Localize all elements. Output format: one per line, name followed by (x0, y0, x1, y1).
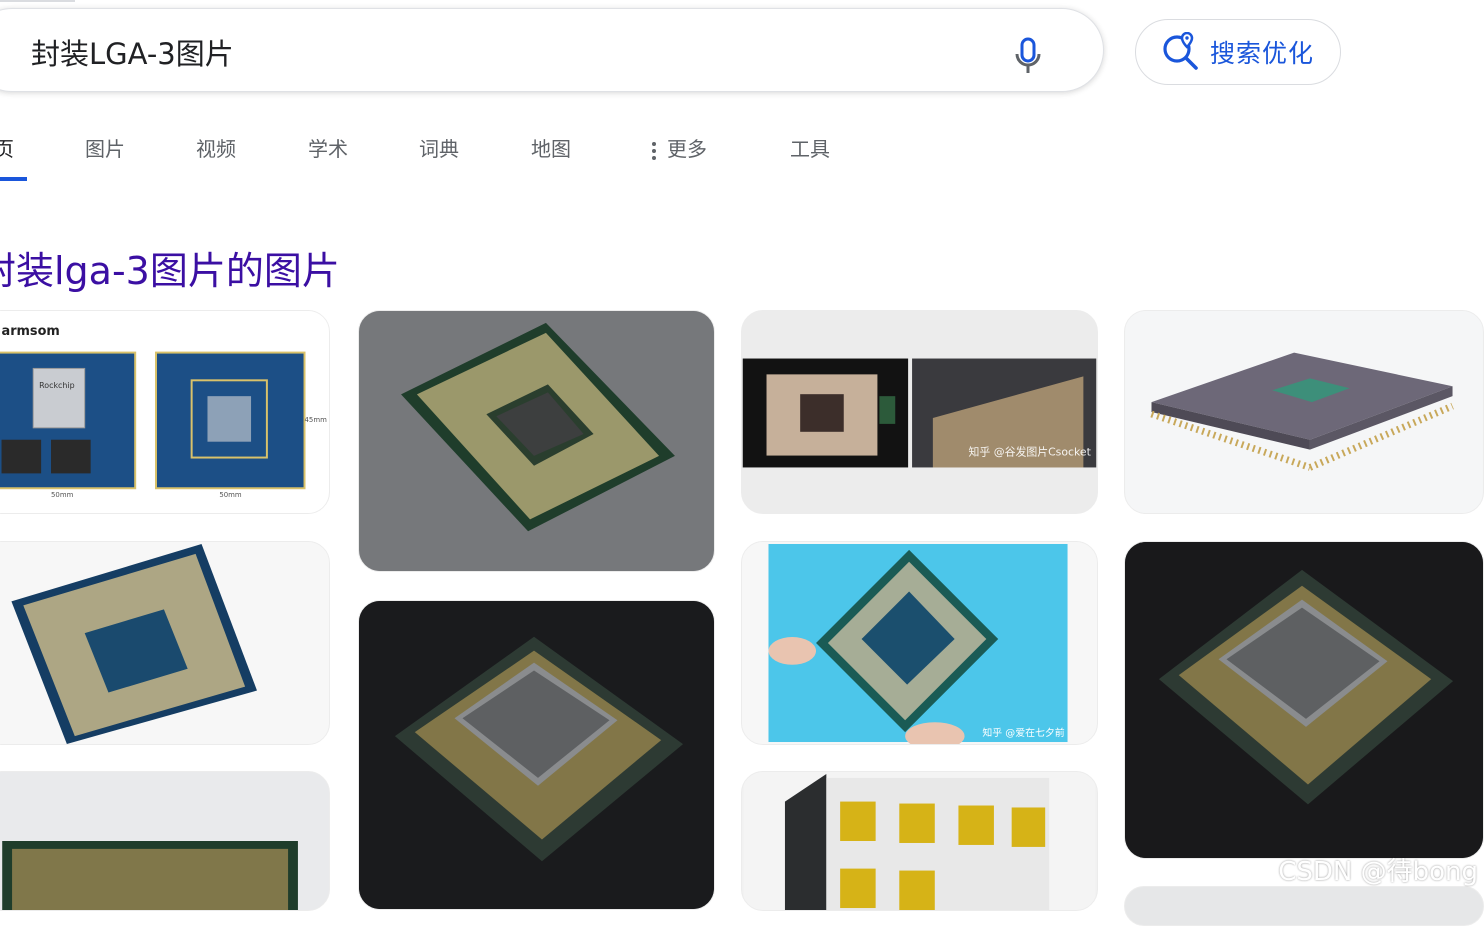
image-caption: 知乎 @爱在七夕前 (982, 726, 1064, 739)
image-result-10[interactable] (1124, 541, 1484, 859)
image-result-1[interactable]: armsom Rockchip 50mm 50mm 45mm (0, 310, 330, 514)
image-result-11[interactable] (1124, 886, 1484, 926)
tab-videos[interactable]: 视频 (196, 133, 236, 162)
image-cpu-green-pga (359, 311, 714, 571)
image-result-6[interactable]: 知乎 @谷发图片Csocket (741, 310, 1098, 514)
dim-label-b: 50mm (219, 491, 242, 499)
images-section-title[interactable]: 封装lga-3图片的图片 (0, 240, 340, 295)
tab-dictionary[interactable]: 词典 (419, 133, 459, 162)
tab-tools[interactable]: 工具 (790, 133, 830, 162)
image-result-5[interactable] (358, 600, 715, 910)
tab-more-label: 更多 (667, 137, 707, 161)
image-result-4[interactable] (358, 310, 715, 572)
top-divider (0, 0, 75, 2)
more-vertical-icon (652, 139, 657, 163)
image-result-7[interactable]: 知乎 @爱在七夕前 (741, 541, 1098, 745)
tab-academic[interactable]: 学术 (308, 133, 348, 162)
tab-maps[interactable]: 地图 (531, 133, 571, 162)
search-location-icon (1163, 32, 1198, 70)
search-box[interactable] (0, 8, 1104, 92)
image-socket-pair: 知乎 @谷发图片Csocket (742, 311, 1097, 513)
seo-button-label: 搜索优化 (1210, 39, 1315, 68)
tab-more[interactable]: 更多 (652, 133, 707, 163)
image-gold-pads (743, 772, 1096, 910)
image-cpu-lga-blue (0, 542, 329, 744)
search-tabs: 页 图片 视频 学术 词典 地图 更多 工具 (0, 125, 900, 185)
image-result-2[interactable] (0, 541, 330, 745)
chip-brand-label: Rockchip (39, 381, 74, 390)
search-input[interactable] (29, 31, 933, 73)
image-pcb-strip (0, 772, 328, 910)
active-tab-indicator (0, 177, 27, 181)
armsom-label: armsom (2, 324, 60, 339)
image-chip-pga-purple (1125, 311, 1483, 513)
tab-all[interactable]: 页 (0, 133, 14, 162)
image-cpu-in-hand: 知乎 @爱在七夕前 (742, 542, 1097, 744)
microphone-icon[interactable] (1012, 36, 1044, 76)
image-result-3[interactable] (0, 771, 330, 911)
image-cpu-pins-dark-2 (1125, 542, 1483, 858)
image-cpu-pins-dark (359, 601, 714, 909)
dim-label-c: 45mm (305, 416, 328, 424)
image-board-diagram: armsom Rockchip 50mm 50mm 45mm (0, 311, 329, 513)
csdn-watermark: CSDN @待bong (1278, 857, 1478, 887)
image-result-8[interactable] (741, 771, 1098, 911)
image-caption: 知乎 @谷发图片Csocket (969, 445, 1091, 459)
image-result-9[interactable] (1124, 310, 1484, 514)
tab-images[interactable]: 图片 (85, 133, 125, 162)
dim-label-a: 50mm (51, 491, 74, 499)
seo-button[interactable]: 搜索优化 (1135, 19, 1341, 85)
